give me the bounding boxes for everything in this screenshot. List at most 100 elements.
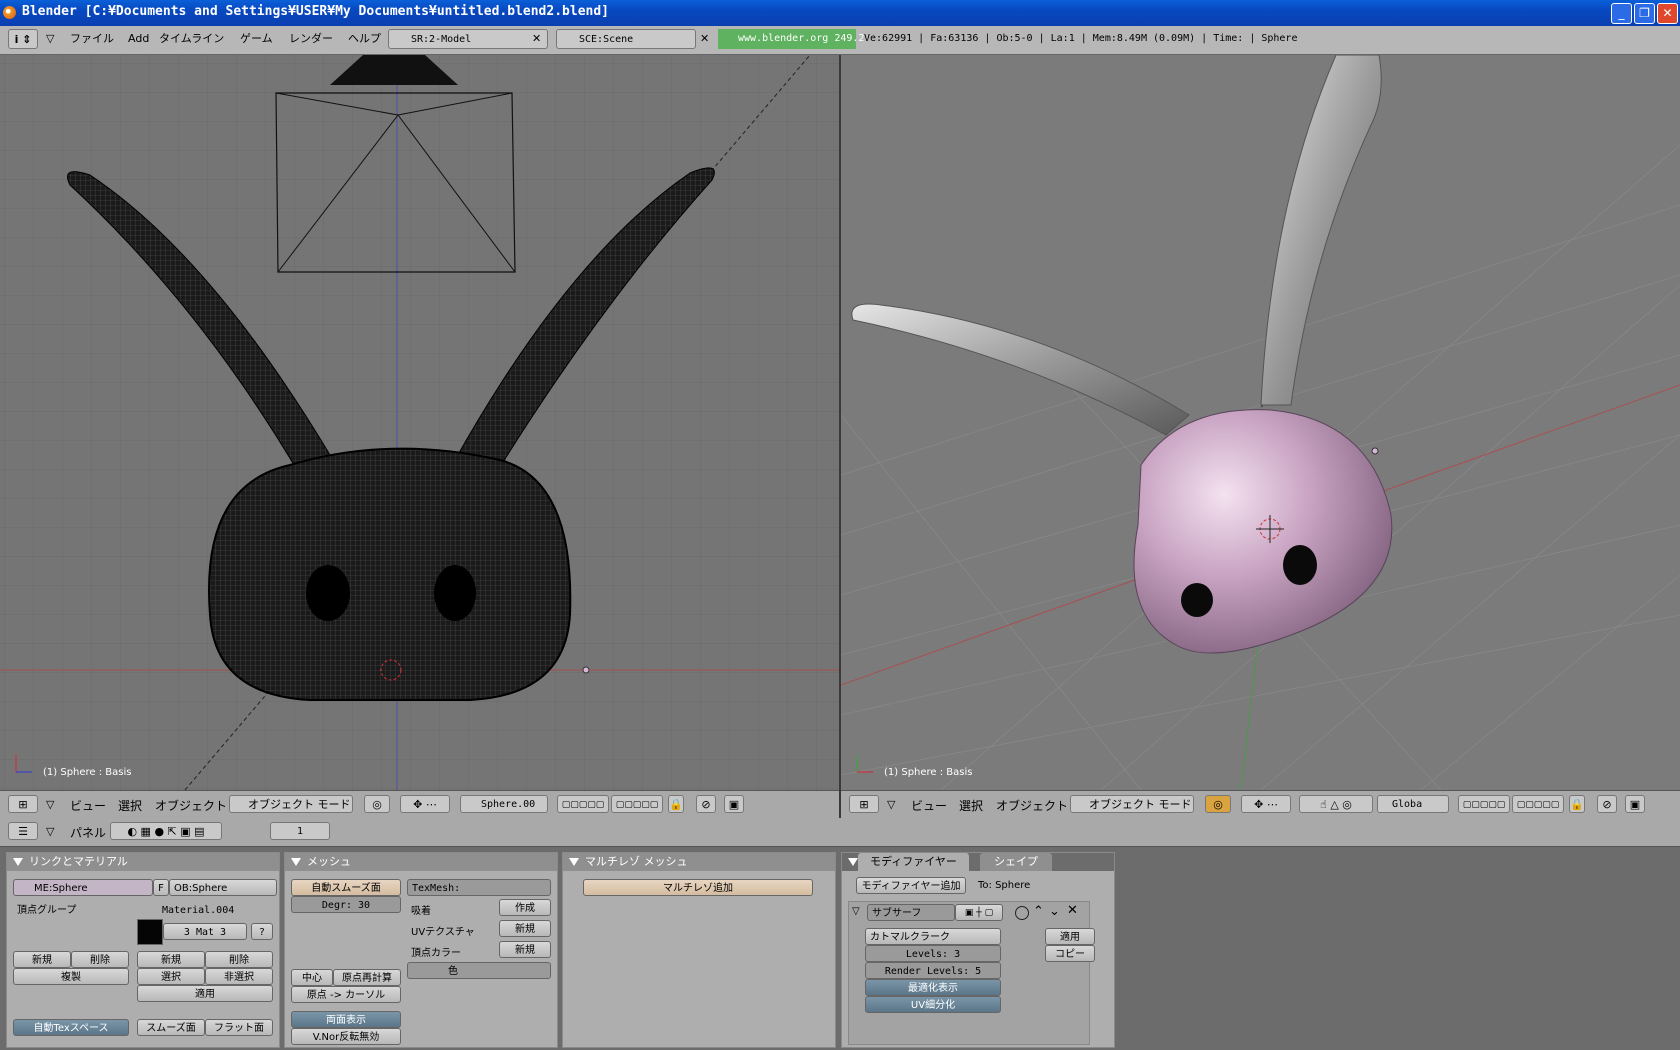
- vertex-color-new-button[interactable]: 新規: [499, 941, 551, 958]
- modifier-move-down-icon[interactable]: ⌄: [1049, 904, 1060, 919]
- right-menu-view[interactable]: ビュー: [911, 797, 947, 814]
- right-lock-icon[interactable]: 🔒: [1569, 795, 1585, 813]
- context-buttons[interactable]: ◐ ▦ ● ⇱ ▣ ▤: [110, 822, 222, 840]
- sticky-make-button[interactable]: 作成: [499, 899, 551, 916]
- auto-texspace-toggle[interactable]: 自動Texスペース: [13, 1019, 129, 1036]
- scene-select[interactable]: SCE:Scene: [556, 29, 696, 49]
- tab-modifiers[interactable]: モディファイヤー: [858, 853, 969, 871]
- smooth-degree-field[interactable]: Degr: 30: [291, 896, 401, 913]
- modifier-name-field[interactable]: サブサーフ: [867, 904, 955, 921]
- left-3d-viewport[interactable]: (1) Sphere : Basis: [0, 55, 839, 790]
- fake-user-button[interactable]: F: [153, 879, 169, 896]
- collapse-menu-icon[interactable]: ▽: [46, 29, 54, 49]
- material-help-button[interactable]: ?: [251, 923, 273, 940]
- vgroup-copy-button[interactable]: 複製: [13, 968, 129, 985]
- double-sided-toggle[interactable]: 両面表示: [291, 1011, 401, 1028]
- left-collapse-icon[interactable]: ▽: [46, 795, 54, 815]
- right-layer-buttons-b[interactable]: ▢▢▢▢▢: [1512, 795, 1564, 813]
- material-deselect-button[interactable]: 非選択: [205, 968, 273, 985]
- center-cursor-button[interactable]: 原点 -> カーソル: [291, 986, 401, 1003]
- mesh-name-field[interactable]: ME:Sphere: [13, 879, 153, 896]
- right-menu-object[interactable]: オブジェクト: [996, 797, 1068, 814]
- left-lock-icon[interactable]: 🔒: [668, 795, 684, 813]
- vertex-color-layer[interactable]: 色: [407, 962, 551, 979]
- panel-mesh-header[interactable]: メッシュ: [285, 853, 557, 871]
- material-color-swatch[interactable]: [137, 919, 163, 945]
- left-render-icon[interactable]: ▣: [724, 795, 744, 813]
- center-button[interactable]: 中心: [291, 969, 333, 986]
- screen-select[interactable]: SR:2-Model: [388, 29, 548, 49]
- left-layer-buttons-b[interactable]: ▢▢▢▢▢: [611, 795, 663, 813]
- menu-add[interactable]: Add: [128, 29, 149, 49]
- left-layer-buttons-a[interactable]: ▢▢▢▢▢: [557, 795, 609, 813]
- modifier-copy-button[interactable]: コピー: [1045, 945, 1095, 962]
- tab-shapes[interactable]: シェイプ: [980, 853, 1052, 871]
- right-collapse-icon[interactable]: ▽: [887, 795, 895, 815]
- left-pivot-icon[interactable]: ✥ ⋯: [400, 795, 450, 813]
- optimal-draw-toggle[interactable]: 最適化表示: [865, 979, 1001, 996]
- right-ogl-render-icon[interactable]: ⊘: [1597, 795, 1617, 813]
- modifier-apply-button[interactable]: 適用: [1045, 928, 1095, 945]
- right-editor-type-icon[interactable]: ⊞: [849, 795, 879, 813]
- modifier-delete-icon[interactable]: ✕: [1067, 903, 1078, 918]
- object-name-field[interactable]: OB:Sphere: [169, 879, 277, 896]
- subsurf-uv-toggle[interactable]: UV細分化: [865, 996, 1001, 1013]
- subsurf-type-select[interactable]: カトマルクラーク: [865, 928, 1001, 945]
- right-render-icon[interactable]: ▣: [1625, 795, 1645, 813]
- modifier-move-up-icon[interactable]: ⌃: [1033, 904, 1044, 919]
- material-index-field[interactable]: 3 Mat 3: [163, 923, 247, 940]
- set-flat-button[interactable]: フラット面: [205, 1019, 273, 1036]
- render-levels-field[interactable]: Render Levels: 5: [865, 962, 1001, 979]
- menu-help[interactable]: ヘルプ: [348, 29, 381, 49]
- left-ogl-render-icon[interactable]: ⊘: [696, 795, 716, 813]
- panels-menu[interactable]: パネル: [70, 824, 106, 841]
- right-pivot-icon[interactable]: ✥ ⋯: [1241, 795, 1291, 813]
- menu-game[interactable]: ゲーム: [240, 29, 273, 49]
- material-select-button[interactable]: 選択: [137, 968, 205, 985]
- right-layer-buttons-a[interactable]: ▢▢▢▢▢: [1458, 795, 1510, 813]
- left-mode-select[interactable]: オブジェクト モード: [229, 795, 353, 813]
- screen-delete-icon[interactable]: ✕: [532, 29, 541, 49]
- buttons-collapse-icon[interactable]: ▽: [46, 822, 54, 842]
- modifier-cage-icon[interactable]: [1015, 906, 1029, 920]
- vgroup-delete-button[interactable]: 削除: [71, 951, 129, 968]
- right-manipulator-icons[interactable]: ☝ △ ◎: [1299, 795, 1373, 813]
- menu-timeline[interactable]: タイムライン: [159, 29, 224, 49]
- right-3d-viewport[interactable]: (1) Sphere : Basis: [841, 55, 1680, 790]
- maximize-button[interactable]: ❐: [1634, 3, 1655, 24]
- material-delete-button[interactable]: 削除: [205, 951, 273, 968]
- right-mode-select[interactable]: オブジェクト モード: [1070, 795, 1194, 813]
- left-editor-type-icon[interactable]: ⊞: [8, 795, 38, 813]
- center-new-button[interactable]: 原点再計算: [333, 969, 401, 986]
- uv-texture-new-button[interactable]: 新規: [499, 920, 551, 937]
- frame-field[interactable]: 1: [270, 822, 330, 840]
- material-assign-button[interactable]: 適用: [137, 985, 273, 1002]
- modifier-display-toggles[interactable]: ▣ ┼ ▢: [955, 904, 1003, 921]
- material-new-button[interactable]: 新規: [137, 951, 205, 968]
- scene-delete-icon[interactable]: ✕: [700, 29, 709, 49]
- menu-render[interactable]: レンダー: [289, 29, 333, 49]
- add-modifier-button[interactable]: モディファイヤー追加: [856, 877, 966, 894]
- info-icon[interactable]: i ⇕: [8, 29, 38, 49]
- left-menu-select[interactable]: 選択: [118, 797, 142, 814]
- right-menu-select[interactable]: 選択: [959, 797, 983, 814]
- left-object-select[interactable]: Sphere.00: [460, 795, 548, 813]
- left-menu-view[interactable]: ビュー: [70, 797, 106, 814]
- minimize-button[interactable]: _: [1611, 3, 1632, 24]
- modifier-expand-icon[interactable]: ▽: [852, 906, 860, 917]
- left-menu-object[interactable]: オブジェクト: [155, 797, 227, 814]
- right-draw-type-icon[interactable]: ◎: [1205, 795, 1231, 813]
- menu-file[interactable]: ファイル: [70, 29, 114, 49]
- set-smooth-button[interactable]: スムーズ面: [137, 1019, 205, 1036]
- left-draw-type-icon[interactable]: ◎: [364, 795, 390, 813]
- close-button[interactable]: ✕: [1657, 3, 1678, 24]
- panel-multires-header[interactable]: マルチレゾ メッシュ: [563, 853, 835, 871]
- add-multires-button[interactable]: マルチレゾ追加: [583, 879, 813, 896]
- levels-field[interactable]: Levels: 3: [865, 945, 1001, 962]
- no-vnormal-flip-toggle[interactable]: V.Nor反転無効: [291, 1028, 401, 1045]
- texmesh-field[interactable]: TexMesh:: [407, 879, 551, 896]
- right-orientation-select[interactable]: Globa: [1377, 795, 1449, 813]
- panel-link-header[interactable]: リンクとマテリアル: [7, 853, 279, 871]
- buttons-editor-icon[interactable]: ☰: [8, 822, 38, 840]
- auto-smooth-toggle[interactable]: 自動スムーズ面: [291, 879, 401, 896]
